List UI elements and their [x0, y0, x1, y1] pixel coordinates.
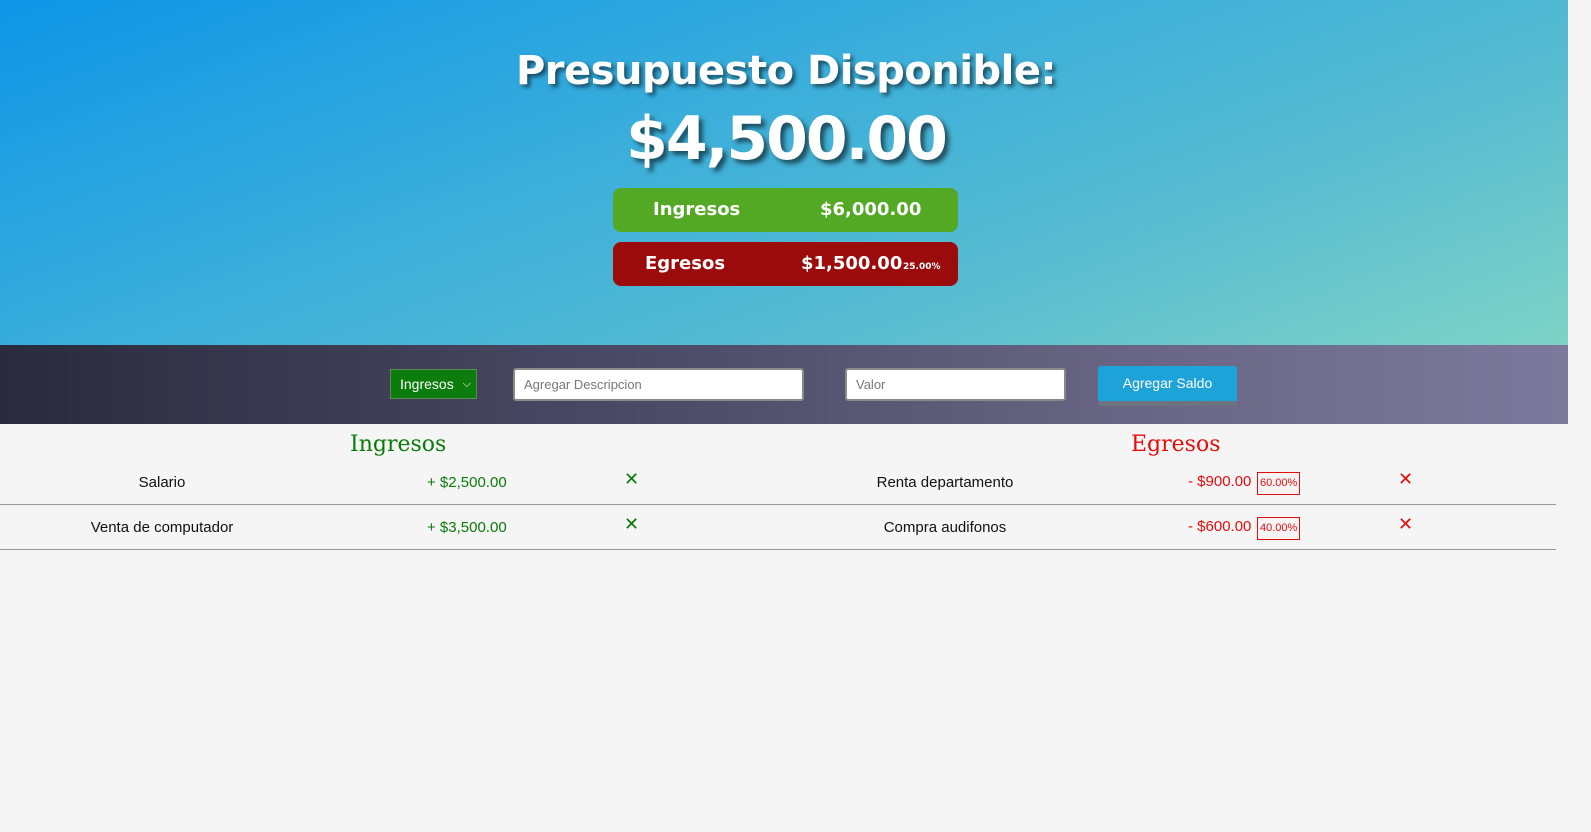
- close-icon[interactable]: ✕: [624, 514, 639, 535]
- expense-summary-percent: 25.00%: [903, 262, 941, 272]
- close-icon[interactable]: ✕: [1398, 514, 1413, 535]
- description-placeholder: Agregar Descripcion: [524, 377, 642, 392]
- income-summary-amount: $6,000.00: [820, 199, 922, 220]
- description-input[interactable]: Agregar Descripcion: [513, 368, 804, 401]
- expense-value: - $900.00: [1188, 473, 1252, 490]
- add-entry-form: Ingresos ⌵ Agregar Descripcion Valor Agr…: [0, 345, 1568, 424]
- income-description: Salario: [138, 474, 186, 491]
- income-list-title: Ingresos: [350, 432, 447, 457]
- income-summary-label: Ingresos: [653, 199, 741, 220]
- page-title: Presupuesto Disponible:: [515, 48, 1057, 94]
- close-icon[interactable]: ✕: [624, 469, 639, 490]
- expense-description: Compra audifonos: [883, 519, 1007, 536]
- value-input[interactable]: Valor: [845, 368, 1066, 401]
- expense-list-title: Egresos: [1131, 432, 1221, 457]
- expense-summary-amount: $1,500.00: [801, 253, 903, 274]
- table-row: Venta de computador + $3,500.00 ✕ Compra…: [0, 506, 1556, 550]
- type-select-value: Ingresos: [400, 376, 454, 392]
- expense-percent-badge: 40.00%: [1257, 517, 1301, 540]
- add-balance-button[interactable]: Agregar Saldo: [1098, 366, 1237, 406]
- budget-header: Presupuesto Disponible: $4,500.00 Ingres…: [0, 0, 1568, 345]
- expense-description: Renta departamento: [876, 474, 1014, 491]
- available-budget-amount: $4,500.00: [626, 104, 948, 174]
- income-value: + $3,500.00: [427, 519, 507, 536]
- value-placeholder: Valor: [856, 377, 886, 392]
- type-select[interactable]: Ingresos ⌵: [390, 369, 477, 399]
- expense-summary: Egresos $1,500.00 25.00%: [613, 242, 958, 286]
- income-description: Venta de computador: [90, 519, 234, 536]
- expense-value: - $600.00: [1188, 518, 1252, 535]
- income-value: + $2,500.00: [427, 474, 507, 491]
- income-summary: Ingresos $6,000.00: [613, 188, 958, 232]
- close-icon[interactable]: ✕: [1398, 469, 1413, 490]
- chevron-down-icon: ⌵: [462, 378, 471, 390]
- expense-percent-badge: 60.00%: [1257, 472, 1301, 495]
- table-row: Salario + $2,500.00 ✕ Renta departamento…: [0, 461, 1556, 505]
- expense-summary-label: Egresos: [645, 253, 726, 274]
